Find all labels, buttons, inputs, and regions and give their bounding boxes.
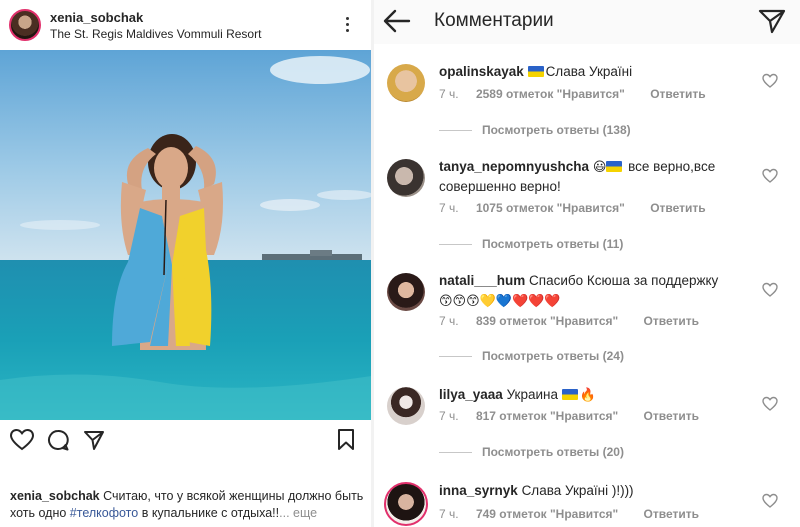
comment-avatar[interactable] xyxy=(387,387,425,425)
ukraine-flag-icon xyxy=(527,66,544,77)
comment-text: opalinskayak Слава Україні xyxy=(439,62,759,82)
share-icon[interactable] xyxy=(83,429,105,451)
comment-body: Украина xyxy=(506,387,558,402)
post-photo-image xyxy=(0,50,371,420)
comment-meta: 7 ч. 839 отметок "Нравится" Ответить xyxy=(439,314,699,328)
comment-body: Спасибо Ксюша за поддержку xyxy=(529,273,719,288)
replies-line xyxy=(439,452,472,454)
comment-item: lilya_yaaa Украина 🔥 7 ч. 817 отметок "Н… xyxy=(374,383,800,463)
comment-username[interactable]: lilya_yaaa xyxy=(439,387,503,402)
emoji-text: 🔥 xyxy=(579,387,596,402)
like-comment-icon[interactable] xyxy=(762,73,778,89)
replies-line xyxy=(439,130,472,132)
comment-meta: 7 ч. 749 отметок "Нравится" Ответить xyxy=(439,507,699,521)
view-replies-button[interactable]: Посмотреть ответы (11) xyxy=(439,237,623,251)
comment-username[interactable]: tanya_nepomnyushcha xyxy=(439,159,589,174)
comment-avatar[interactable] xyxy=(387,159,425,197)
like-comment-icon[interactable] xyxy=(762,396,778,412)
comment-item: natali___hum Спасибо Ксюша за поддержку … xyxy=(374,269,800,369)
caption-text-end: в купальнике с отдыха!! xyxy=(138,506,280,520)
comment-time: 7 ч. xyxy=(439,507,459,521)
replies-line xyxy=(439,244,472,246)
view-replies-label: Посмотреть ответы (138) xyxy=(482,123,631,137)
comment-meta: 7 ч. 817 отметок "Нравится" Ответить xyxy=(439,409,699,423)
reply-button[interactable]: Ответить xyxy=(650,201,705,215)
comment-body: Слава Україні xyxy=(545,64,633,79)
comment-text: inna_syrnyk Слава Україні )!))) xyxy=(439,481,759,501)
comment-icon[interactable] xyxy=(47,429,69,451)
comment-text: natali___hum Спасибо Ксюша за поддержку … xyxy=(439,271,759,311)
comment-meta: 7 ч. 2589 отметок "Нравится" Ответить xyxy=(439,87,706,101)
comment-time: 7 ч. xyxy=(439,201,459,215)
comment-avatar[interactable] xyxy=(384,482,428,526)
view-replies-button[interactable]: Посмотреть ответы (138) xyxy=(439,123,631,137)
post-header: xenia_sobchak The St. Regis Maldives Vom… xyxy=(0,0,371,50)
bookmark-icon[interactable] xyxy=(337,429,355,451)
comment-body: Слава Україні )!))) xyxy=(521,483,634,498)
view-replies-button[interactable]: Посмотреть ответы (24) xyxy=(439,349,624,363)
comment-time: 7 ч. xyxy=(439,314,459,328)
heart-icon[interactable] xyxy=(10,429,34,451)
comment-likes[interactable]: 817 отметок "Нравится" xyxy=(476,409,618,423)
comment-item: opalinskayak Слава Україні 7 ч. 2589 отм… xyxy=(374,60,800,160)
ukraine-flag-icon xyxy=(606,161,623,172)
comment-username[interactable]: inna_syrnyk xyxy=(439,483,518,498)
view-replies-label: Посмотреть ответы (24) xyxy=(482,349,624,363)
post-caption: xenia_sobchak Считаю, что у всякой женщи… xyxy=(10,488,365,522)
comments-header: Комментарии xyxy=(374,0,800,44)
like-comment-icon[interactable] xyxy=(762,282,778,298)
comment-likes[interactable]: 1075 отметок "Нравится" xyxy=(476,201,625,215)
comment-username[interactable]: natali___hum xyxy=(439,273,525,288)
post-actions xyxy=(0,425,371,459)
caption-hashtag[interactable]: #телкофото xyxy=(70,506,138,520)
view-replies-label: Посмотреть ответы (11) xyxy=(482,237,624,251)
comment-time: 7 ч. xyxy=(439,409,459,423)
comment-username[interactable]: opalinskayak xyxy=(439,64,524,79)
more-icon[interactable] xyxy=(340,12,356,36)
like-comment-icon[interactable] xyxy=(762,168,778,184)
caption-username[interactable]: xenia_sobchak xyxy=(10,489,100,503)
replies-line xyxy=(439,356,472,358)
view-replies-label: Посмотреть ответы (20) xyxy=(482,445,624,459)
comment-item: inna_syrnyk Слава Україні )!))) 7 ч. 749… xyxy=(374,480,800,527)
like-comment-icon[interactable] xyxy=(762,493,778,509)
reply-button[interactable]: Ответить xyxy=(644,409,699,423)
post-photo[interactable] xyxy=(0,50,371,420)
reply-button[interactable]: Ответить xyxy=(644,507,699,521)
caption-more-link[interactable]: ... еще xyxy=(279,506,317,520)
comment-likes[interactable]: 749 отметок "Нравится" xyxy=(476,507,618,521)
emoji-text: 😃 xyxy=(592,159,607,174)
comment-likes[interactable]: 2589 отметок "Нравится" xyxy=(476,87,625,101)
send-icon[interactable] xyxy=(758,8,786,34)
comment-meta: 7 ч. 1075 отметок "Нравится" Ответить xyxy=(439,201,706,215)
instagram-post: xenia_sobchak The St. Regis Maldives Vom… xyxy=(0,0,371,527)
emoji-text: 😙😙😙💛💙❤️❤️❤️ xyxy=(439,293,561,308)
comment-item: tanya_nepomnyushcha 😃 все верно,все сове… xyxy=(374,155,800,255)
comment-text: tanya_nepomnyushcha 😃 все верно,все сове… xyxy=(439,157,759,197)
author-username[interactable]: xenia_sobchak xyxy=(50,10,143,25)
comment-likes[interactable]: 839 отметок "Нравится" xyxy=(476,314,618,328)
view-replies-button[interactable]: Посмотреть ответы (20) xyxy=(439,445,624,459)
reply-button[interactable]: Ответить xyxy=(650,87,705,101)
comments-panel: Комментарии opalinskayak Слава Україні 7… xyxy=(374,0,800,527)
comment-avatar[interactable] xyxy=(387,273,425,311)
author-avatar[interactable] xyxy=(9,9,41,41)
comments-title: Комментарии xyxy=(434,10,554,31)
back-arrow-icon[interactable] xyxy=(382,8,412,34)
reply-button[interactable]: Ответить xyxy=(644,314,699,328)
ukraine-flag-icon xyxy=(561,389,578,400)
comment-text: lilya_yaaa Украина 🔥 xyxy=(439,385,759,405)
comment-avatar[interactable] xyxy=(387,64,425,102)
comment-time: 7 ч. xyxy=(439,87,459,101)
post-location[interactable]: The St. Regis Maldives Vommuli Resort xyxy=(50,27,261,41)
